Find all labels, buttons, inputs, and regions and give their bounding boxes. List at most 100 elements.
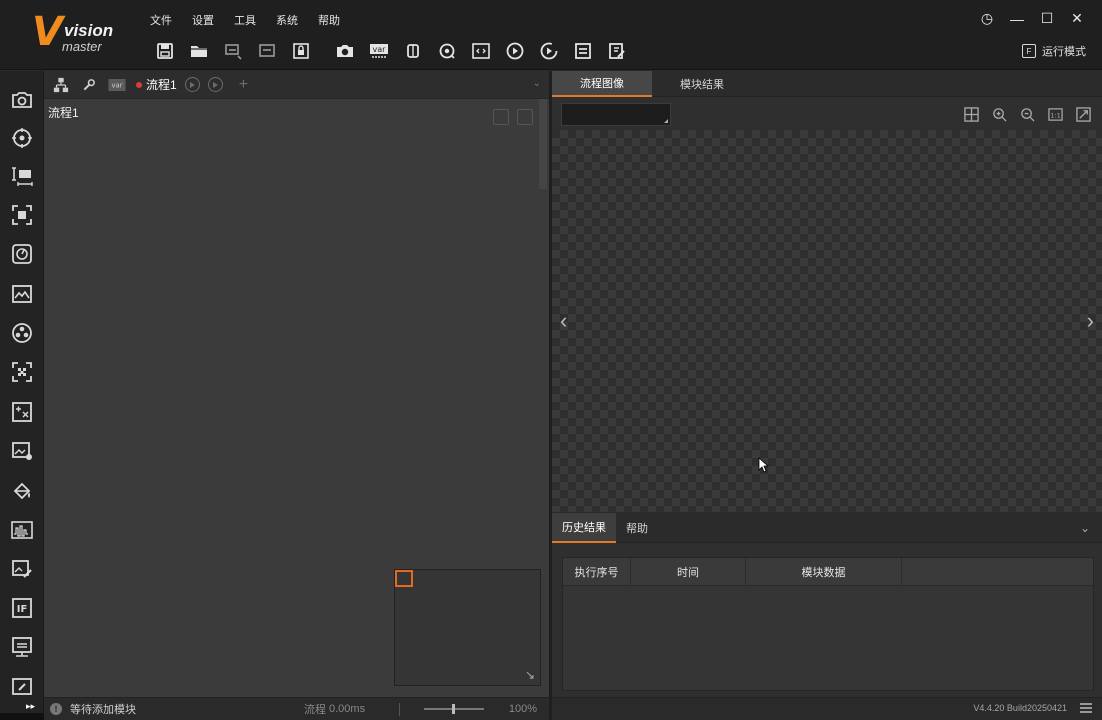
zoom-slider[interactable] [424, 704, 484, 714]
rail-measure-tool[interactable] [9, 163, 35, 189]
target-icon [12, 128, 32, 148]
chevron-down-icon[interactable]: ⌄ [533, 78, 541, 89]
actual-size-button[interactable]: 1:1 [1047, 106, 1064, 122]
grid-button[interactable] [963, 106, 980, 122]
export-button[interactable] [256, 40, 278, 62]
run-once-button[interactable] [504, 40, 526, 62]
script-button[interactable] [470, 40, 492, 62]
menu-help[interactable]: 帮助 [318, 12, 340, 28]
status-bar: ! 等待添加模块 流程 0.00ms 100% [44, 697, 549, 720]
rail-signal-tool[interactable] [9, 517, 35, 543]
global-variable-button[interactable]: var [368, 40, 390, 62]
edit-button[interactable] [606, 40, 628, 62]
rail-communication-tool[interactable] [9, 634, 35, 660]
flow-tab-1[interactable]: 流程1 [136, 76, 223, 93]
hierarchy-icon [53, 77, 69, 92]
menu-tools[interactable]: 工具 [234, 12, 256, 28]
flow-canvas[interactable]: 流程1 ↘ [44, 99, 549, 697]
image-tab-bar: 流程图像 模块结果 [552, 71, 1102, 97]
run-mode-button[interactable]: F 运行模式 [1022, 43, 1086, 59]
rail-defect-tool[interactable] [9, 359, 35, 385]
flow-tab-label: 流程1 [146, 78, 177, 92]
image-viewer[interactable]: ‹ › [552, 130, 1102, 512]
zoom-in-button[interactable] [991, 106, 1008, 122]
rail-bottom-strip [0, 713, 44, 720]
play-icon [506, 42, 524, 60]
mouse-cursor-icon [758, 457, 770, 473]
canvas-scrollbar[interactable] [539, 99, 547, 189]
chevron-down-icon[interactable]: ⌄ [1080, 521, 1090, 535]
edit-icon [609, 43, 625, 59]
menu-icon[interactable] [1080, 703, 1092, 713]
run-mode-icon: F [1022, 44, 1036, 58]
rail-calibration-tool[interactable] [9, 241, 35, 267]
resize-icon[interactable]: ↘ [525, 668, 535, 682]
canvas-edit-icon[interactable] [517, 109, 533, 125]
column-time[interactable]: 时间 [631, 558, 746, 585]
network-icon [12, 637, 32, 657]
image-edit-icon [12, 560, 32, 578]
zoom-out-button[interactable] [1019, 106, 1036, 122]
minimize-button[interactable]: — [1002, 11, 1032, 27]
menu-system[interactable]: 系统 [276, 12, 298, 28]
app-logo: V vision master [32, 12, 122, 58]
flow-run-once-icon[interactable] [184, 77, 200, 92]
zoom-in-icon [993, 107, 1007, 122]
rail-location-tool[interactable] [9, 125, 35, 151]
minimap[interactable]: ↘ [394, 569, 541, 686]
rail-recognition-tool[interactable] [9, 202, 35, 228]
open-button[interactable] [188, 40, 210, 62]
flow-run-loop-icon[interactable] [207, 77, 223, 92]
rail-fill-tool[interactable] [9, 478, 35, 504]
image-tools: 1:1 [952, 106, 1092, 122]
folder-edit-icon [12, 678, 32, 695]
flow-var-button[interactable]: var [106, 74, 128, 96]
rail-if-tool[interactable]: IF [9, 595, 35, 621]
run-loop-button[interactable] [538, 40, 560, 62]
rail-color-tool[interactable] [9, 320, 35, 346]
color-wheel-icon [12, 323, 32, 343]
flow-tab-bar: var 流程1 + ⌄ [44, 71, 549, 99]
tab-help[interactable]: 帮助 [616, 513, 658, 543]
rail-image-process-tool[interactable] [9, 281, 35, 307]
menu-settings[interactable]: 设置 [192, 12, 214, 28]
add-flow-button[interactable]: + [239, 76, 248, 94]
flow-tree-button[interactable] [50, 74, 72, 96]
clock-icon[interactable]: ◷ [972, 10, 1002, 27]
chevron-left-icon[interactable]: ‹ [560, 308, 567, 334]
list-button[interactable] [572, 40, 594, 62]
expand-rail-icon[interactable]: ▸▸ [26, 701, 35, 712]
chevron-right-icon[interactable]: › [1087, 308, 1094, 334]
rail-camera-tool[interactable] [9, 87, 35, 113]
camera-button[interactable] [334, 40, 356, 62]
tab-history-results[interactable]: 历史结果 [552, 513, 616, 543]
import-icon [225, 44, 242, 60]
zoom-out-icon [1021, 107, 1035, 122]
minimap-viewport[interactable] [395, 570, 413, 587]
close-button[interactable]: ✕ [1062, 10, 1092, 27]
import-button[interactable] [222, 40, 244, 62]
column-exec-index[interactable]: 执行序号 [563, 558, 631, 585]
right-status-bar: V4.4.20 Build20250421 [552, 697, 1102, 720]
tab-flow-image[interactable]: 流程图像 [552, 71, 652, 97]
rail-logic-tool[interactable] [9, 399, 35, 425]
rail-annotate-tool[interactable] [9, 556, 35, 582]
rail-folder-tool[interactable] [9, 673, 35, 699]
controller-button[interactable] [402, 40, 424, 62]
save-button[interactable] [154, 40, 176, 62]
rail-image-settings-tool[interactable] [9, 438, 35, 464]
communication-button[interactable] [436, 40, 458, 62]
image-source-select[interactable] [561, 103, 671, 126]
column-module-data[interactable]: 模块数据 [746, 558, 902, 585]
zoom-slider-thumb[interactable] [452, 704, 455, 714]
image-panel: 流程图像 模块结果 1:1 ‹ › [552, 71, 1102, 512]
canvas-lock-icon[interactable] [493, 109, 509, 125]
flow-settings-button[interactable] [78, 74, 100, 96]
lock-button[interactable] [290, 40, 312, 62]
fit-window-button[interactable] [1075, 106, 1092, 122]
flow-time-value: 0.00ms [329, 703, 366, 715]
tab-module-result[interactable]: 模块结果 [652, 71, 752, 97]
waveform-icon [11, 521, 33, 539]
menu-file[interactable]: 文件 [150, 12, 172, 28]
maximize-button[interactable]: ☐ [1032, 10, 1062, 27]
